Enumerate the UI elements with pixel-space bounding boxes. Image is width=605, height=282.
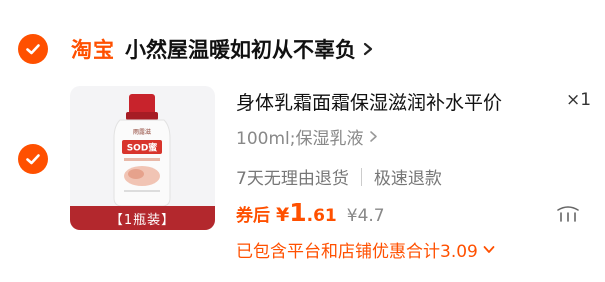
shop-name[interactable]: 小然屋温暖如初从不辜负 <box>125 34 356 64</box>
sku-selector[interactable]: 100ml;保湿乳液 <box>236 124 378 149</box>
return-policy-tag: 7天无理由退货 <box>236 169 349 189</box>
bottle-top-text: 雨露滋 <box>133 128 151 136</box>
discount-note: 已包含平台和店铺优惠合计3.09 <box>236 242 478 262</box>
sku-spec-text: 100ml;保湿乳液 <box>236 129 364 149</box>
discount-detail-link[interactable]: 已包含平台和店铺优惠合计3.09 <box>236 237 495 262</box>
original-price: ¥4.7 <box>346 206 385 226</box>
chevron-right-icon <box>370 131 378 142</box>
price-integer: 1 <box>289 198 307 227</box>
price-decimal: .61 <box>306 206 337 226</box>
currency-symbol: ¥ <box>276 204 290 226</box>
platform-label: 淘宝 <box>71 38 115 62</box>
shop-select-checkbox[interactable] <box>18 34 48 64</box>
price-row: 券后 ¥ 1 .61 ¥4.7 <box>236 198 385 227</box>
coupon-price-label: 券后 <box>236 206 270 226</box>
service-tags: 7天无理由退货 极速退款 <box>236 164 442 189</box>
product-image[interactable]: 雨露滋 SOD蜜 【1瓶装】 <box>70 86 215 230</box>
item-select-checkbox[interactable] <box>18 144 48 174</box>
refund-tag: 极速退款 <box>373 169 442 189</box>
shop-header[interactable]: 淘宝 小然屋温暖如初从不辜负 <box>71 32 374 66</box>
quantity[interactable]: ×1 <box>566 90 591 110</box>
chevron-down-icon <box>483 246 495 253</box>
product-title[interactable]: 身体乳霜面霜保湿滋润补水平价 <box>236 88 502 115</box>
checkmark-icon <box>26 44 40 55</box>
chevron-right-icon <box>363 42 373 56</box>
pack-label: 【1瓶装】 <box>70 206 215 230</box>
bottle-brand-text: SOD蜜 <box>127 142 158 154</box>
checkmark-icon <box>26 154 40 165</box>
divider <box>360 167 362 186</box>
similar-items-icon[interactable] <box>555 202 581 224</box>
